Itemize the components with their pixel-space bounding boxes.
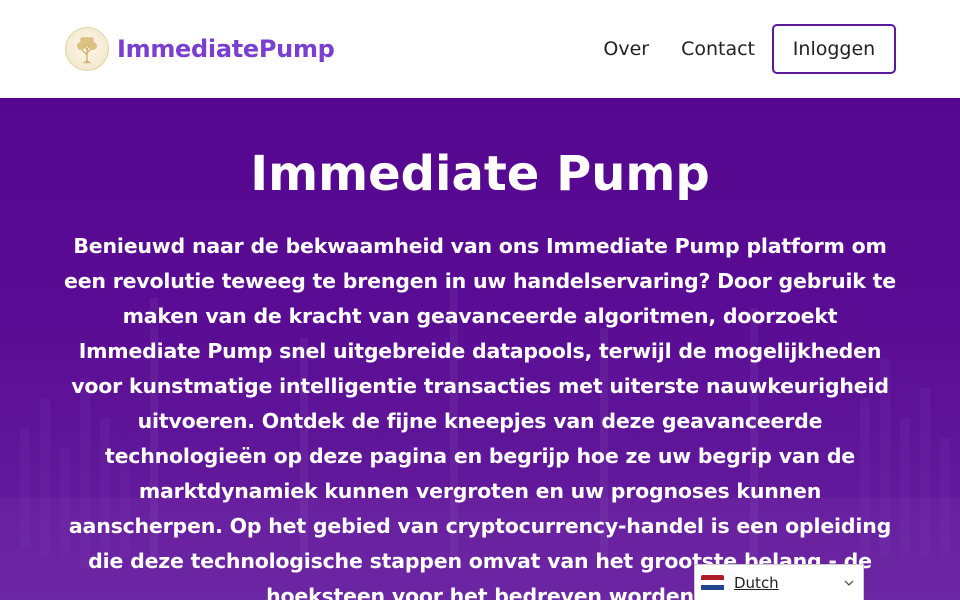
main-nav: Over Contact Inloggen [603, 24, 896, 74]
hero-paragraph: Benieuwd naar de bekwaamheid van ons Imm… [64, 234, 896, 600]
language-selector[interactable]: Dutch [694, 564, 864, 600]
chevron-down-icon [843, 577, 855, 589]
brand-name: ImmediatePump [117, 35, 335, 63]
tree-logo-icon [65, 27, 109, 71]
nav-link-about[interactable]: Over [603, 38, 649, 60]
hero-section: Immediate Pump Benieuwd naar de bekwaamh… [0, 98, 960, 600]
brand-logo-link[interactable]: ImmediatePump [65, 27, 335, 71]
language-label: Dutch [734, 573, 779, 592]
login-button[interactable]: Inloggen [772, 24, 896, 74]
nav-link-contact[interactable]: Contact [681, 38, 755, 60]
site-header: ImmediatePump Over Contact Inloggen [0, 0, 960, 98]
hero-title: Immediate Pump [250, 146, 710, 202]
netherlands-flag-icon [701, 574, 724, 591]
